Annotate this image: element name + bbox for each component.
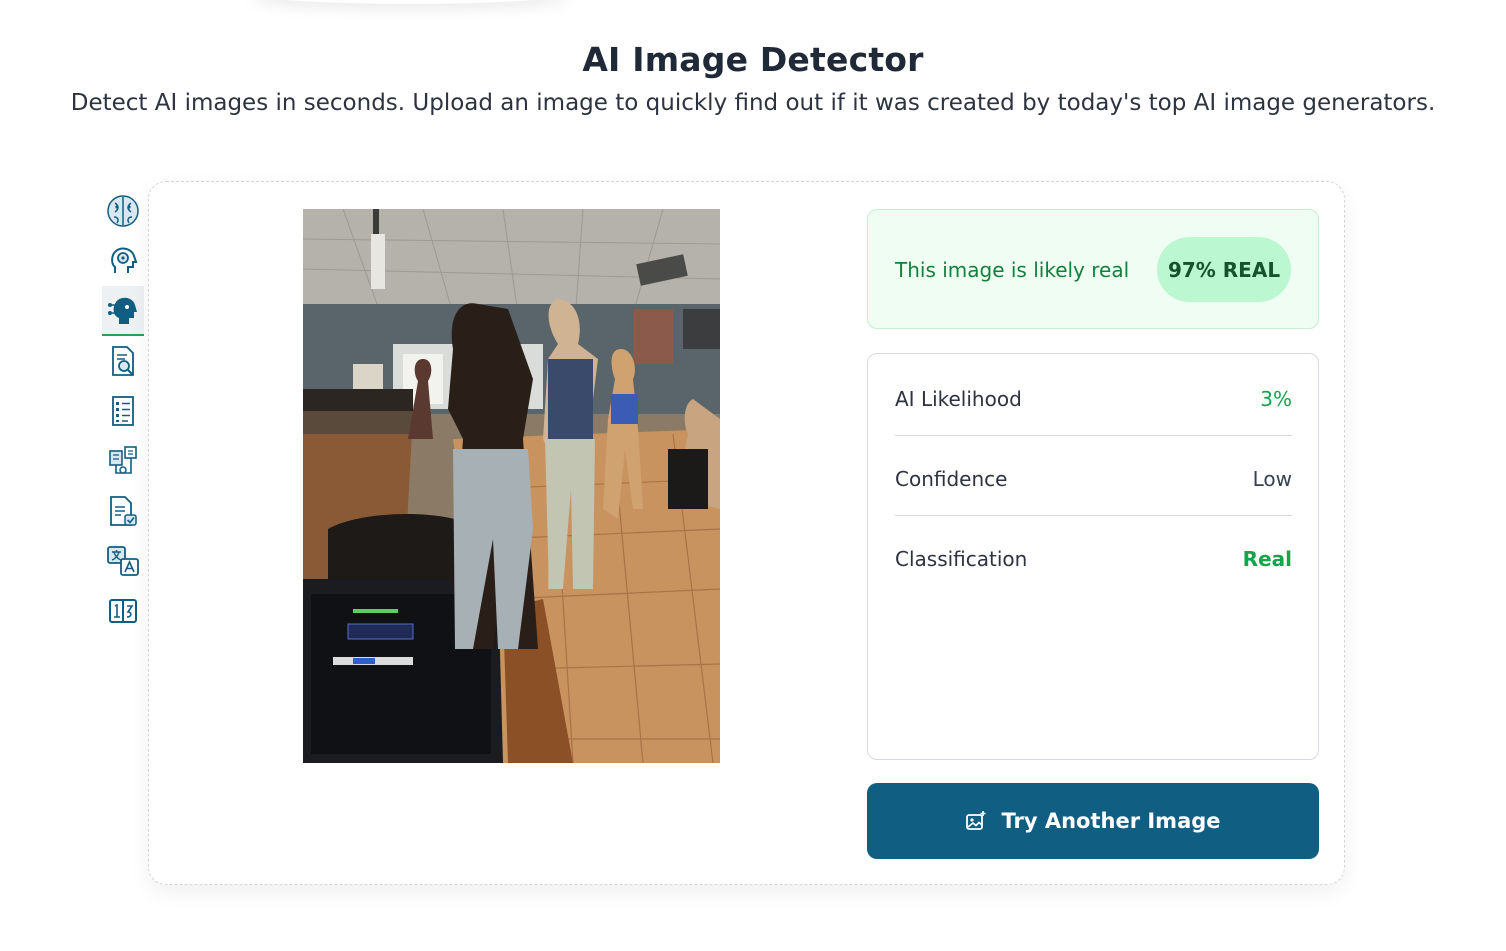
metric-row-ai-likelihood: AI Likelihood 3% (895, 362, 1292, 436)
metric-row-confidence: Confidence Low (895, 442, 1292, 516)
metrics-panel: AI Likelihood 3% Confidence Low Classifi… (867, 353, 1319, 760)
document-check-icon (110, 496, 137, 526)
document-search-icon (112, 346, 134, 376)
verdict-text: This image is likely real (895, 258, 1130, 282)
image-sparkle-icon (966, 811, 986, 830)
tool-document-check[interactable] (102, 486, 144, 536)
ai-face-icon (108, 297, 137, 324)
compare-icon (109, 599, 137, 623)
metric-label: Confidence (895, 466, 1008, 491)
tool-ai-brain[interactable] (102, 186, 144, 236)
try-another-image-button[interactable]: Try Another Image (867, 783, 1319, 859)
tool-compare[interactable] (102, 586, 144, 636)
page-title: AI Image Detector (582, 40, 924, 79)
tool-sidebar (102, 186, 148, 636)
tool-checklist[interactable] (102, 386, 144, 436)
checklist-icon (112, 396, 134, 426)
page-subtitle: Detect AI images in seconds. Upload an i… (70, 90, 1436, 116)
ai-head-icon (111, 247, 138, 273)
metric-label: AI Likelihood (895, 386, 1022, 411)
metric-value: 3% (1260, 386, 1292, 411)
tool-ai-head[interactable] (102, 236, 144, 286)
tool-translate[interactable] (102, 536, 144, 586)
tool-ai-image-detector[interactable] (102, 286, 144, 336)
tool-data-flow[interactable] (102, 436, 144, 486)
metric-value: Real (1242, 547, 1292, 571)
tool-document-search[interactable] (102, 336, 144, 386)
try-another-label: Try Another Image (1001, 809, 1221, 833)
detector-card: This image is likely real 97% REAL AI Li… (148, 181, 1345, 885)
real-score-badge: 97% REAL (1157, 237, 1291, 302)
verdict-banner: This image is likely real 97% REAL (867, 209, 1319, 329)
brain-icon (107, 195, 139, 227)
data-flow-icon (109, 446, 137, 474)
metric-value: Low (1252, 466, 1292, 491)
metric-label: Classification (895, 547, 1028, 571)
translate-icon (107, 546, 139, 576)
uploaded-photo (303, 209, 720, 763)
top-decoration (250, 0, 570, 4)
uploaded-image-preview (303, 209, 720, 763)
metric-row-classification: Classification Real (895, 522, 1292, 596)
